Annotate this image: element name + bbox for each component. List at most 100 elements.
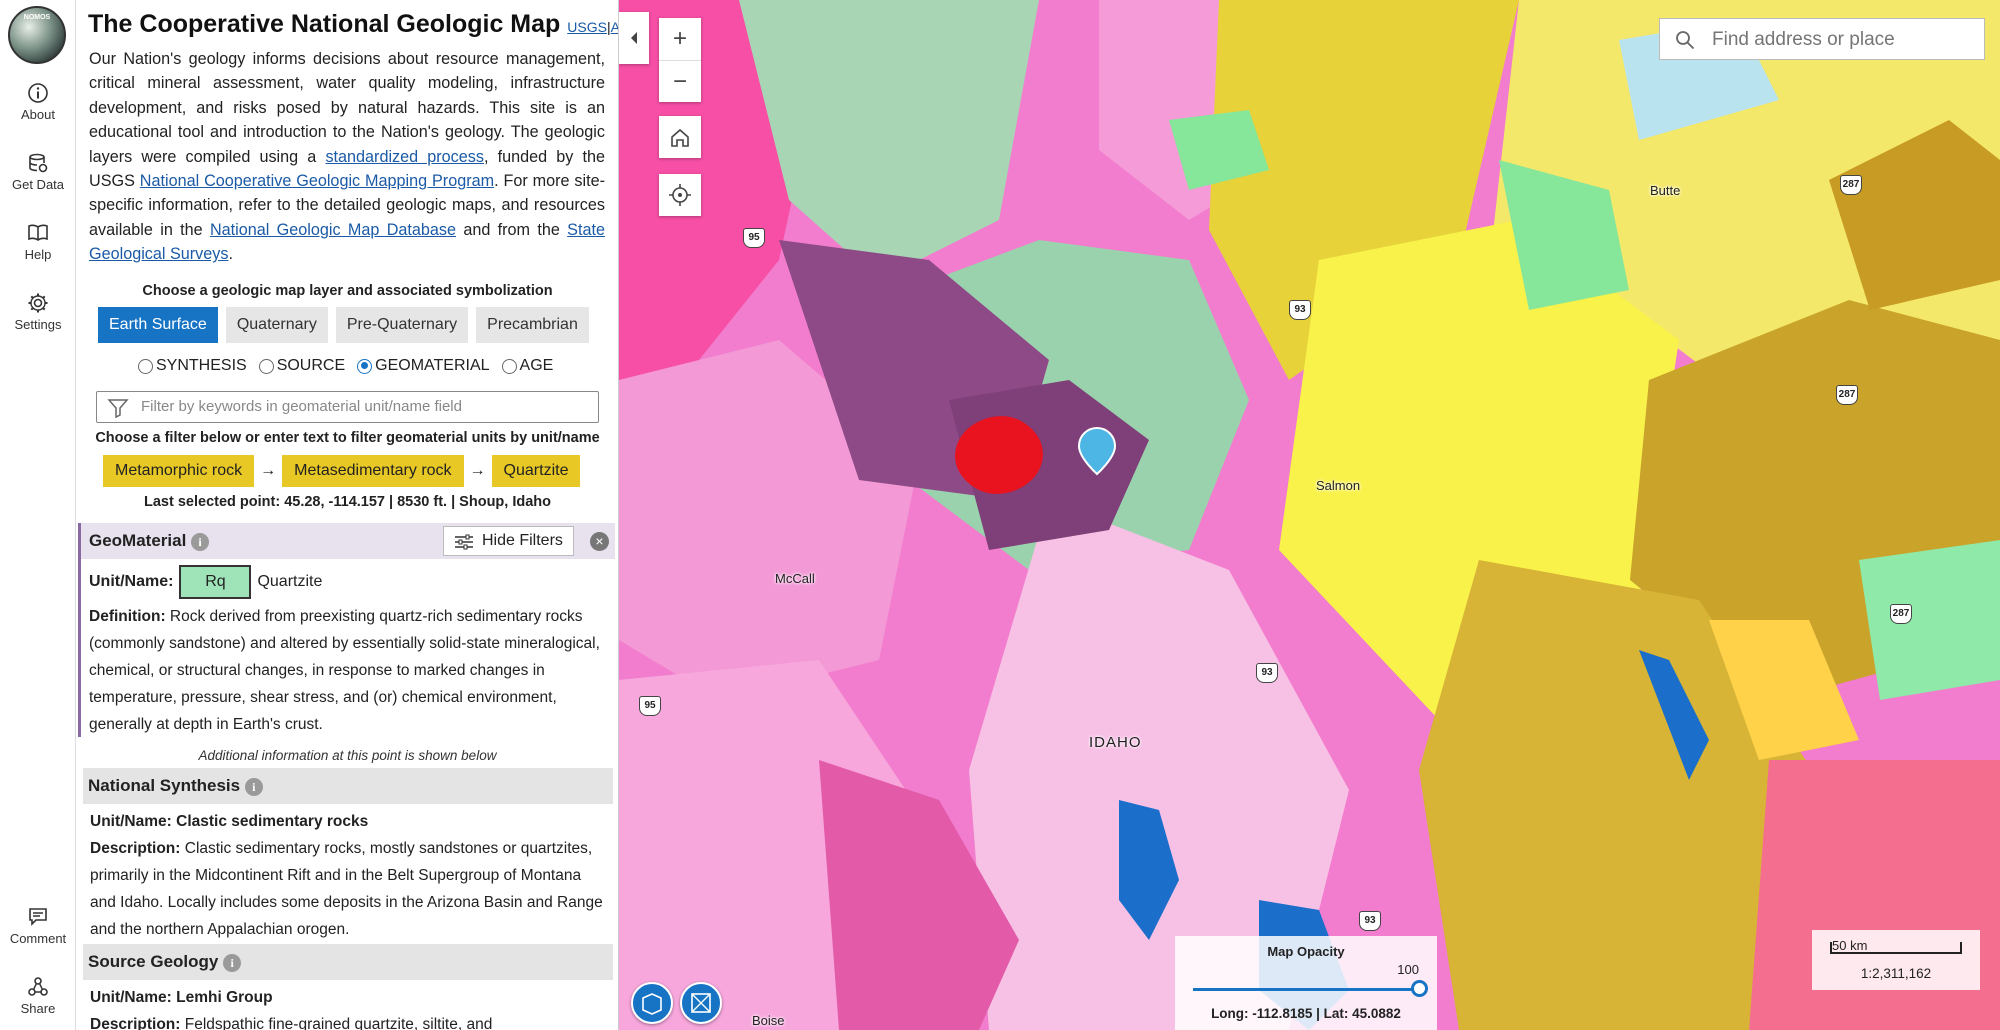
radio-age[interactable]: AGE xyxy=(501,357,553,375)
unit-swatch: Rq xyxy=(179,565,252,599)
about-button[interactable]: About xyxy=(0,82,76,122)
chip-metamorphic-rock[interactable]: Metamorphic rock xyxy=(103,455,255,487)
chip-quartzite[interactable]: Quartzite xyxy=(491,455,581,487)
side-panel: The Cooperative National Geologic Map US… xyxy=(76,0,619,1030)
book-icon xyxy=(28,224,48,241)
search-box[interactable] xyxy=(1659,18,1985,60)
definition-text: Definition: Rock derived from preexistin… xyxy=(89,608,600,733)
comment-label: Comment xyxy=(9,931,67,946)
filter-chips: Metamorphic rock → Metasedimentary rock … xyxy=(103,455,581,487)
share-icon xyxy=(28,977,48,996)
last-selected-point: Last selected point: 45.28, -114.157 | 8… xyxy=(144,494,551,510)
source-title: Source Geology xyxy=(88,952,219,971)
settings-button[interactable]: Settings xyxy=(0,292,76,332)
app-root: NOMOS About Get Data Help Settings Comme… xyxy=(0,0,2000,1030)
opacity-slider-track[interactable] xyxy=(1193,988,1419,991)
home-icon xyxy=(671,128,689,147)
geomaterial-header: GeoMaterial i Hide Filters × xyxy=(78,523,615,559)
tab-pre-quaternary[interactable]: Pre-Quaternary xyxy=(335,307,469,343)
title-text: The Cooperative National Geologic Map xyxy=(88,10,561,38)
share-button[interactable]: Share xyxy=(0,976,76,1016)
zoom-controls: + − xyxy=(659,18,701,102)
help-label: Help xyxy=(24,247,52,262)
synthesis-description: Description: Clastic sedimentary rocks, … xyxy=(90,840,603,938)
page-title: The Cooperative National Geologic Map US… xyxy=(88,10,618,39)
usgs-link[interactable]: USGS xyxy=(567,19,607,35)
source-unit: Unit/Name: Lemhi Group xyxy=(90,989,273,1006)
comment-icon xyxy=(29,908,47,926)
geologic-map[interactable]: + − Butte Salmon McCall IDAHO Boise 95 9… xyxy=(619,0,2000,1030)
radio-synthesis[interactable]: SYNTHESIS xyxy=(138,357,247,375)
tab-quaternary[interactable]: Quaternary xyxy=(225,307,328,343)
synthesis-title: National Synthesis xyxy=(88,776,241,795)
locate-button[interactable] xyxy=(659,174,701,216)
route-shield: 287 xyxy=(1840,175,1862,195)
chip-arrow: → xyxy=(260,462,277,479)
additional-info-note: Additional information at this point is … xyxy=(198,748,497,763)
standardized-process-link[interactable]: standardized process xyxy=(325,148,484,166)
place-mccall: McCall xyxy=(775,571,815,586)
opacity-label: Map Opacity xyxy=(1267,944,1345,959)
geomaterial-filter-input[interactable]: Filter by keywords in geomaterial unit/n… xyxy=(96,391,599,423)
source-description: Description: Feldspathic fine-grained qu… xyxy=(90,1016,493,1030)
hide-filters-button[interactable]: Hide Filters xyxy=(443,526,574,556)
info-icon[interactable]: i xyxy=(223,953,242,972)
collapse-panel-button[interactable] xyxy=(619,12,649,64)
radio-geomaterial[interactable]: GEOMATERIAL xyxy=(357,357,490,375)
settings-label: Settings xyxy=(14,317,62,332)
chip-metasedimentary-rock[interactable]: Metasedimentary rock xyxy=(282,455,464,487)
route-shield: 93 xyxy=(1359,911,1381,931)
nomos-logo[interactable]: NOMOS xyxy=(8,6,66,64)
opacity-value: 100 xyxy=(1397,962,1419,977)
share-label: Share xyxy=(20,1001,56,1016)
route-shield: 287 xyxy=(1890,604,1912,624)
cursor-coordinates: Long: -112.8185 | Lat: 45.0882 xyxy=(1211,1006,1401,1021)
source-geology-header: Source Geology i xyxy=(83,944,613,980)
filter-placeholder: Filter by keywords in geomaterial unit/n… xyxy=(141,398,462,415)
opacity-slider-handle[interactable] xyxy=(1411,980,1428,997)
place-idaho: IDAHO xyxy=(1089,734,1142,751)
geomaterial-title: GeoMaterial xyxy=(89,531,187,550)
synthesis-unit: Unit/Name: Clastic sedimentary rocks xyxy=(90,813,369,830)
database-icon xyxy=(29,153,48,173)
choose-layer-heading: Choose a geologic map layer and associat… xyxy=(142,283,553,299)
chevron-left-icon xyxy=(631,32,637,44)
info-icon[interactable]: i xyxy=(191,532,210,551)
help-button[interactable]: Help xyxy=(0,222,76,262)
unit-row: Unit/Name: Rq Quartzite xyxy=(89,565,322,599)
scale-distance: 50 km xyxy=(1832,938,1868,953)
map-layer[interactable] xyxy=(619,0,2000,1030)
tab-earth-surface[interactable]: Earth Surface xyxy=(98,307,218,343)
scale-bar: 50 km 1:2,311,162 xyxy=(1812,930,1980,990)
place-butte: Butte xyxy=(1650,183,1681,198)
ngmdb-link[interactable]: National Geologic Map Database xyxy=(210,221,456,239)
get-data-button[interactable]: Get Data xyxy=(0,152,76,192)
ncgmp-link[interactable]: National Cooperative Geologic Mapping Pr… xyxy=(140,172,494,190)
zoom-in-button[interactable]: + xyxy=(659,18,701,60)
layer-list-button[interactable] xyxy=(680,982,722,1024)
get-data-label: Get Data xyxy=(11,177,65,192)
zoom-out-button[interactable]: − xyxy=(659,60,701,102)
route-shield: 95 xyxy=(639,696,661,716)
tab-precambrian[interactable]: Precambrian xyxy=(476,307,589,343)
basemap-gallery-button[interactable] xyxy=(631,982,673,1024)
scale-ratio: 1:2,311,162 xyxy=(1860,966,1932,981)
symbolization-radios: SYNTHESIS SOURCE GEOMATERIAL AGE xyxy=(138,357,553,375)
route-shield: 95 xyxy=(743,228,765,248)
comment-button[interactable]: Comment xyxy=(0,906,76,946)
funnel-icon xyxy=(107,399,129,418)
unit-name: Quartzite xyxy=(257,573,323,590)
aasg-link[interactable]: AASG xyxy=(611,19,618,35)
intro-paragraph: Our Nation's geology informs decisions a… xyxy=(89,50,606,264)
unit-label: Unit/Name: xyxy=(89,573,174,590)
close-icon[interactable]: × xyxy=(590,532,609,551)
info-icon xyxy=(28,83,48,103)
national-synthesis-header: National Synthesis i xyxy=(83,768,613,804)
search-input[interactable] xyxy=(1712,27,1972,53)
chip-arrow: → xyxy=(469,462,486,479)
hide-filters-label: Hide Filters xyxy=(482,532,563,549)
radio-source[interactable]: SOURCE xyxy=(258,357,345,375)
info-icon[interactable]: i xyxy=(244,777,263,796)
home-button[interactable] xyxy=(659,116,701,158)
about-label: About xyxy=(21,107,55,122)
